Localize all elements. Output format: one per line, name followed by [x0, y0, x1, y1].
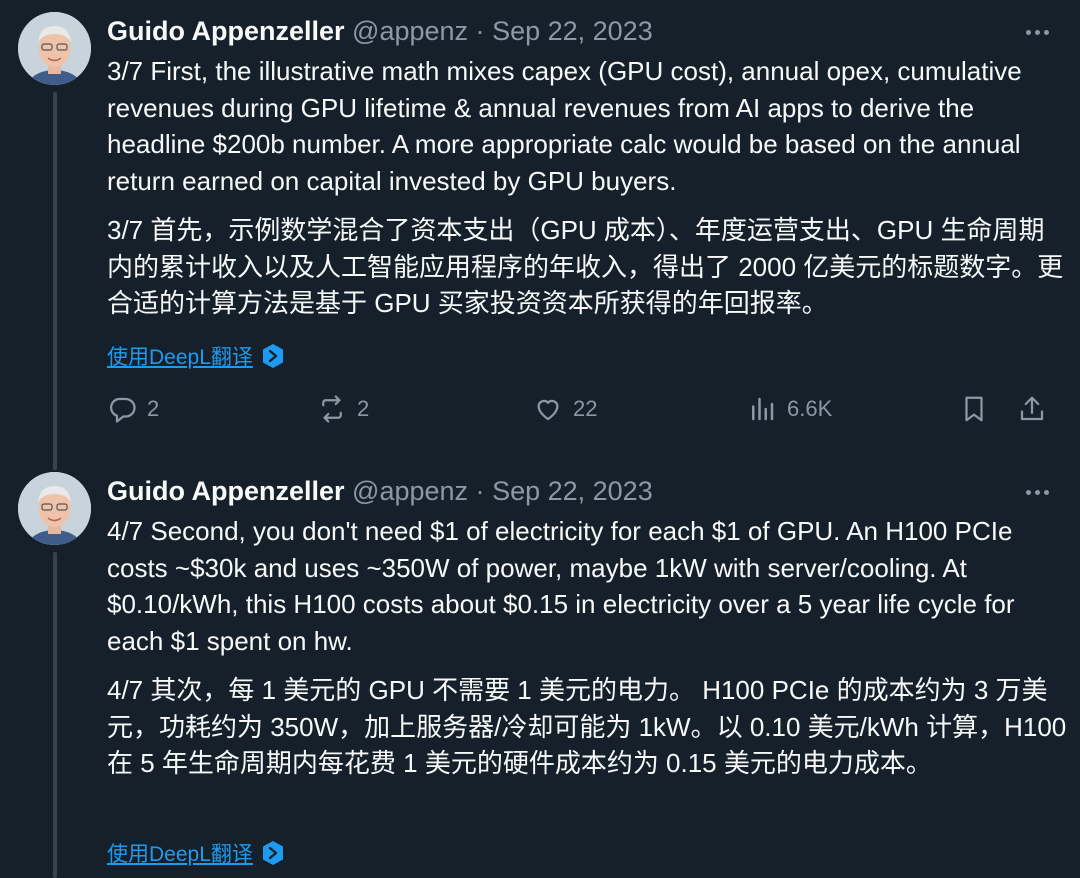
tweet[interactable]: Guido Appenzeller @appenz · Sep 22, 2023…	[0, 460, 1080, 878]
more-icon[interactable]	[1024, 482, 1058, 502]
translate-row: 使用DeepL翻译	[107, 341, 285, 371]
reply-button[interactable]: 2	[107, 394, 159, 424]
tweet-text-chinese: 3/7 首先，示例数学混合了资本支出（GPU 成本）、年度运营支出、GPU 生命…	[107, 215, 1064, 318]
tweet-header: Guido Appenzeller @appenz · Sep 22, 2023	[107, 476, 653, 507]
deepl-icon[interactable]	[261, 343, 285, 369]
heart-icon	[537, 399, 559, 421]
views-button[interactable]: 6.6K	[747, 394, 832, 424]
header-separator: ·	[475, 476, 485, 506]
share-icon	[1020, 396, 1044, 421]
tweet-text-english: 3/7 First, the illustrative math mixes c…	[107, 56, 1022, 196]
avatar[interactable]	[18, 472, 91, 545]
share-button[interactable]	[1017, 394, 1047, 424]
repost-button[interactable]: 2	[317, 394, 369, 424]
like-button[interactable]: 22	[533, 394, 597, 424]
tweet-text-chinese: 4/7 其次，每 1 美元的 GPU 不需要 1 美元的电力。 H100 PCI…	[107, 675, 1067, 778]
author-handle[interactable]: @appenz	[352, 476, 468, 506]
tweet-date[interactable]: Sep 22, 2023	[492, 476, 653, 506]
tweet-text-english: 4/7 Second, you don't need $1 of electri…	[107, 516, 1015, 656]
repost-icon	[322, 395, 342, 423]
bookmark-icon	[965, 396, 983, 422]
tweet-header: Guido Appenzeller @appenz · Sep 22, 2023	[107, 16, 653, 47]
tweet-date[interactable]: Sep 22, 2023	[492, 16, 653, 46]
avatar[interactable]	[18, 12, 91, 85]
author-name[interactable]: Guido Appenzeller	[107, 476, 345, 506]
header-separator: ·	[475, 16, 485, 46]
tweet-actions: 2 2 22 6.6K	[107, 394, 1052, 434]
tweet[interactable]: Guido Appenzeller @appenz · Sep 22, 2023…	[0, 0, 1080, 460]
deepl-translate-link[interactable]: 使用DeepL翻译	[107, 341, 253, 371]
translate-row: 使用DeepL翻译	[107, 838, 285, 868]
views-icon	[752, 397, 774, 421]
reply-count: 2	[147, 396, 160, 421]
bookmark-button[interactable]	[959, 394, 989, 424]
repost-count: 2	[357, 396, 370, 421]
reply-icon	[110, 397, 136, 423]
deepl-icon[interactable]	[261, 840, 285, 866]
like-count: 22	[573, 396, 598, 421]
author-name[interactable]: Guido Appenzeller	[107, 16, 345, 46]
more-icon[interactable]	[1024, 22, 1058, 42]
deepl-translate-link[interactable]: 使用DeepL翻译	[107, 838, 253, 868]
author-handle[interactable]: @appenz	[352, 16, 468, 46]
views-count: 6.6K	[787, 396, 833, 421]
